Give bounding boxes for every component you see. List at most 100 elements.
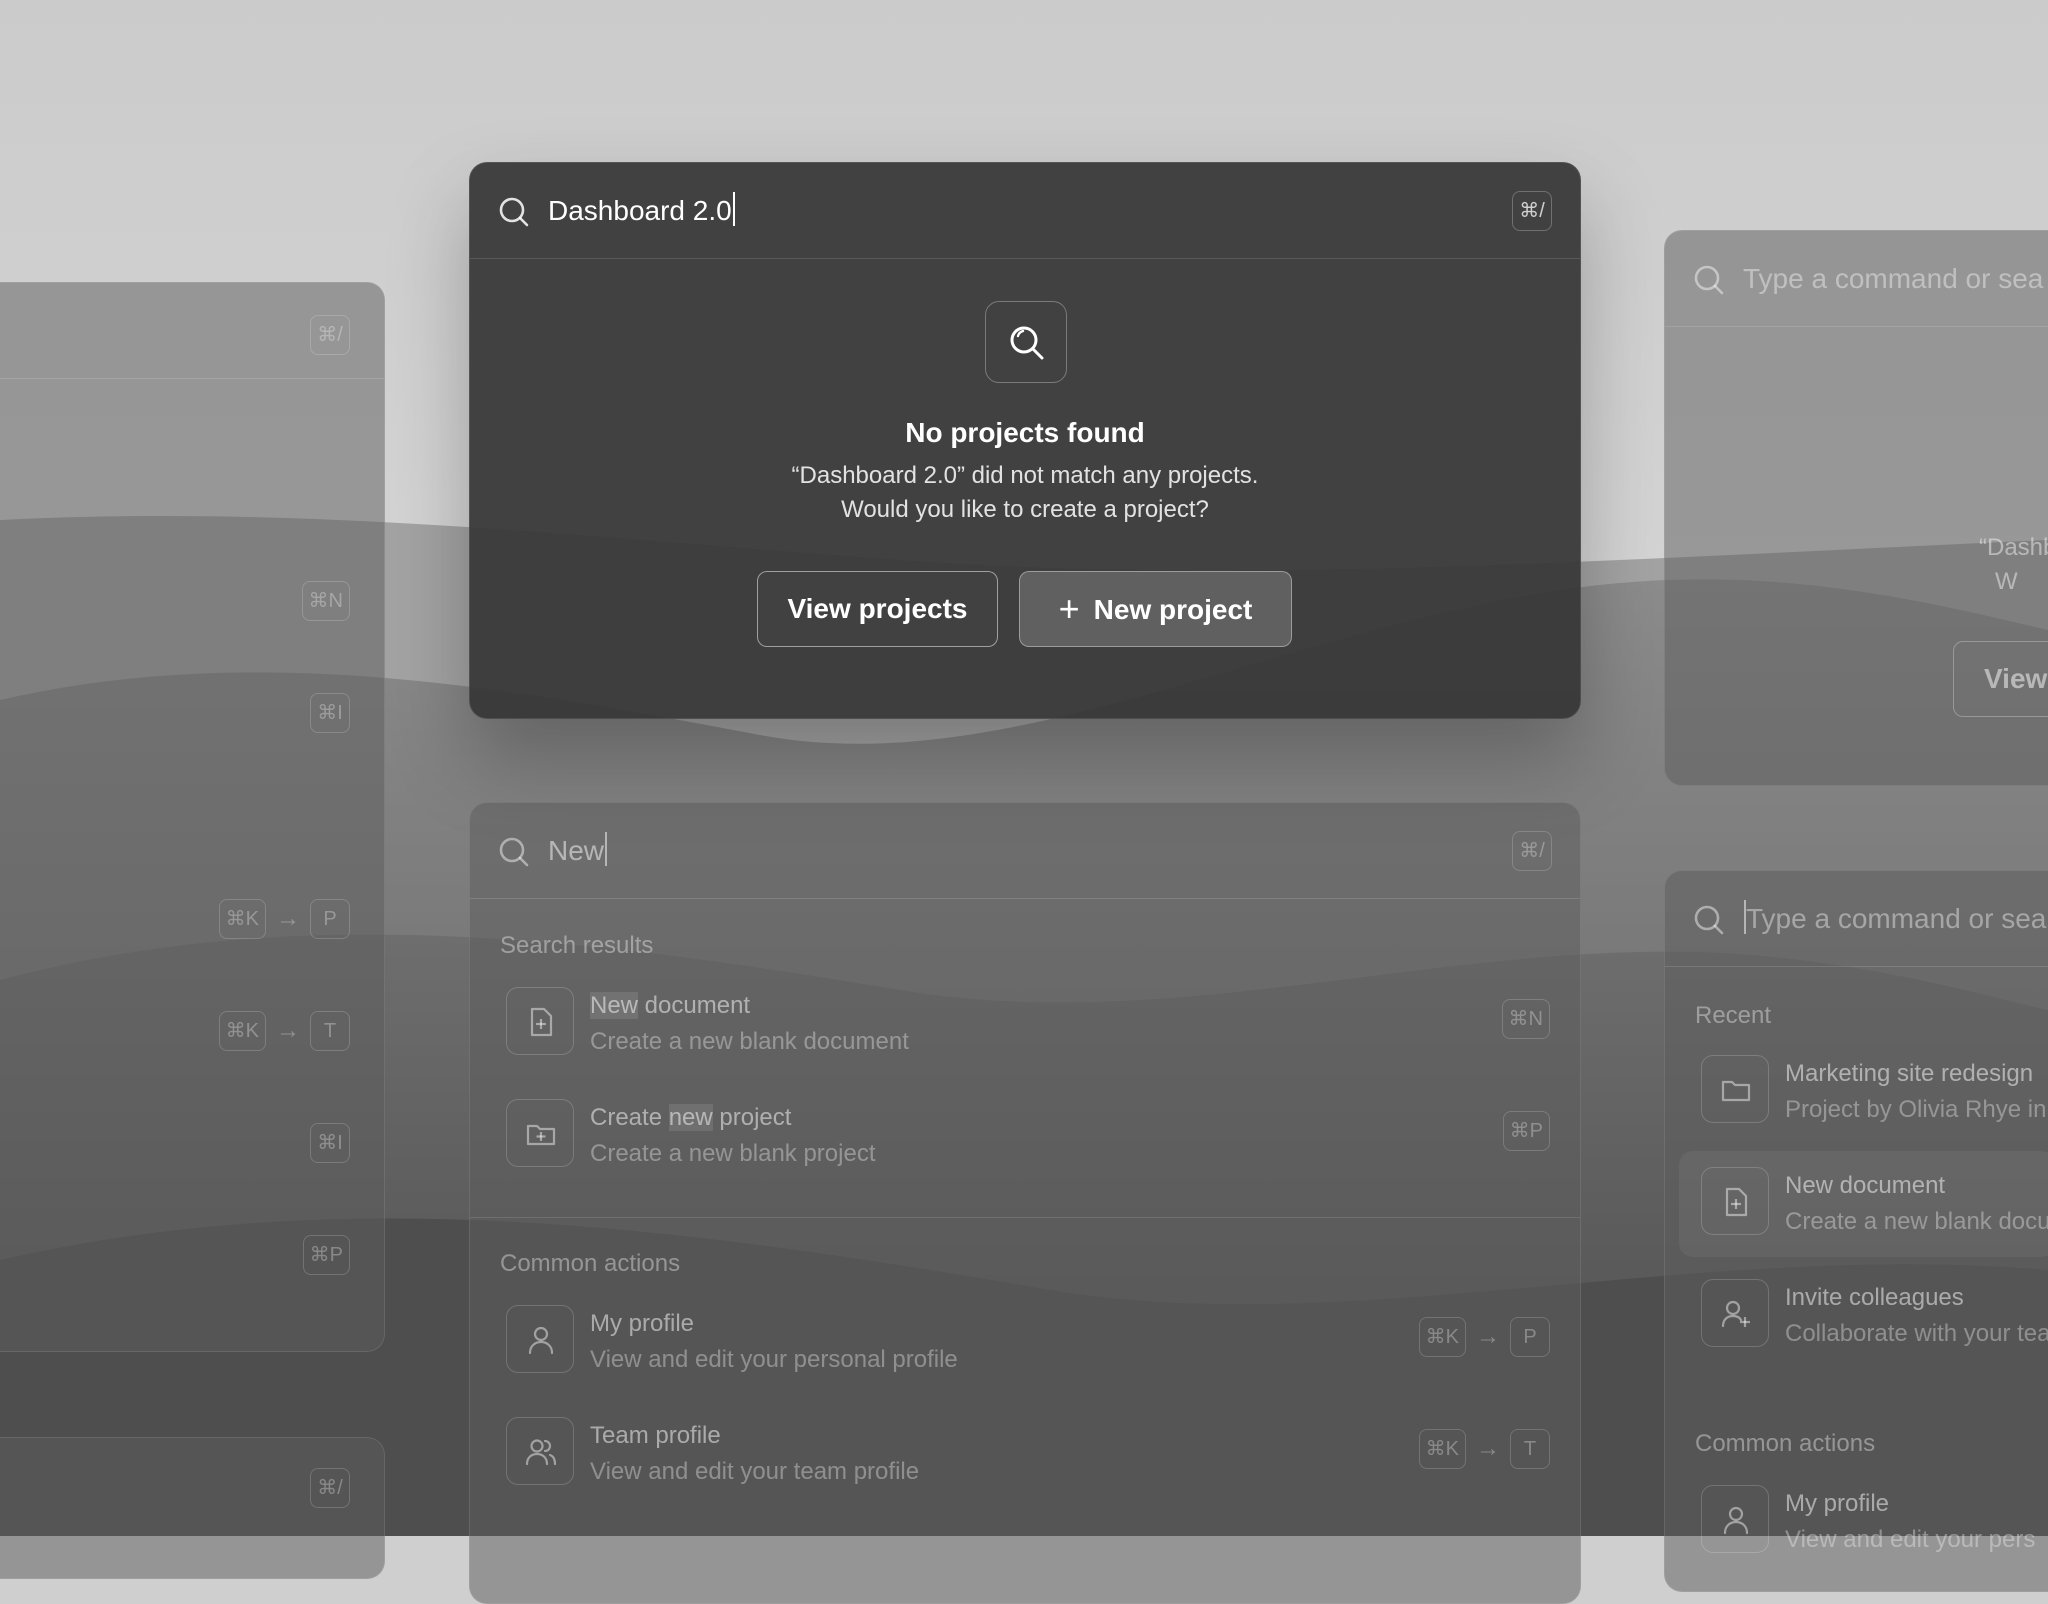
shortcut-combo: ⌘P [1502,1111,1550,1151]
item-subtitle: View and edit your personal profile [590,1346,958,1373]
recent-item[interactable]: New document Create a new blank docu [1679,1151,2048,1257]
shortcut-combo: ⌘K → T [218,1011,350,1051]
shortcut-key: ⌘/ [310,1468,350,1508]
match-highlight: new [668,1104,713,1131]
user-icon [1723,1506,1749,1535]
item-subtitle: Project by Olivia Rhye in [1785,1096,2047,1123]
arrow-right-icon: → [276,1017,300,1044]
shortcut-key: T [310,1011,350,1051]
partial-message: “Dashb [1979,534,2048,561]
common-actions-label: Common actions [1695,1430,1876,1457]
file-plus-icon [1725,1187,1748,1217]
result-item[interactable]: New document Create a new blank document… [500,987,1550,1077]
left-command-palette: ⌘/ ⌘N ⌘I ⌘K → P ⌘K → T ⌘I ⌘P [0,282,385,1352]
view-projects-button[interactable]: View projects [757,571,998,647]
search-results-palette: New ⌘/ Search results New document Creat… [469,802,1581,1604]
item-icon-box [506,1305,574,1373]
user-icon [528,1326,554,1355]
search-icon [499,837,529,867]
item-icon-box [1701,1279,1769,1347]
title-pre: Create [590,1104,669,1131]
shortcut-key: ⌘/ [310,315,350,355]
shortcut-combo: ⌘N [1501,999,1550,1039]
search-input[interactable]: New [548,831,608,871]
shortcut-key: ⌘K [1418,1429,1466,1469]
results-search-bar[interactable]: New ⌘/ [470,803,1580,899]
item-icon-box [506,987,574,1055]
search-query: Dashboard 2.0 [548,195,732,226]
common-actions-label: Common actions [500,1250,681,1277]
section-divider [470,1217,1580,1218]
result-item[interactable]: Create new project Create a new blank pr… [500,1099,1550,1189]
search-icon [1694,265,1724,295]
search-placeholder: Type a command or sea [1743,263,2044,294]
item-icon-box [1701,1167,1769,1235]
action-item[interactable]: Team profile View and edit your team pro… [500,1417,1550,1507]
title-rest: document [638,992,751,1019]
right-command-palette: Type a command or sea “Dashb W View [1664,230,2048,786]
main-search-bar[interactable]: Dashboard 2.0 ⌘/ [470,163,1580,259]
shortcut-key: P [310,899,350,939]
item-icon-box [506,1417,574,1485]
main-command-palette: Dashboard 2.0 ⌘/ No projects found “Dash… [469,162,1581,719]
item-title: My profile [1785,1490,1890,1517]
search-icon [1694,905,1724,935]
empty-state-icon-box [985,301,1067,383]
arrow-right-icon: → [1476,1323,1500,1350]
shortcut-key: ⌘N [1501,999,1550,1039]
view-projects-button[interactable]: View [1953,641,2048,717]
partial-message: W [1995,568,2018,595]
shortcut-key: T [1510,1429,1550,1469]
item-title: Marketing site redesign [1785,1060,2034,1087]
search-input[interactable]: Dashboard 2.0 [548,191,735,231]
arrow-right-icon: → [276,905,300,932]
empty-state-message: “Dashboard 2.0” did not match any projec… [791,462,1259,489]
view-projects-label: View projects [787,593,968,624]
shortcut-key: ⌘K [218,1011,266,1051]
right-bottom-command-palette: Type a command or sear Recent Marketing … [1664,870,2048,1592]
folder-icon [1721,1080,1751,1102]
item-title: Team profile [590,1422,721,1449]
plus-icon: + [1058,588,1080,629]
recent-label: Recent [1695,1002,1772,1029]
recent-item[interactable]: Invite colleagues Collaborate with your … [1695,1279,2048,1369]
item-subtitle: View and edit your pers [1785,1526,2036,1553]
recent-item[interactable]: Marketing site redesign Project by Olivi… [1695,1055,2048,1145]
arrow-right-icon: → [1476,1435,1500,1462]
search-placeholder-text: Type a command or sear [1746,903,2048,934]
right-bottom-search-bar[interactable]: Type a command or sear [1665,871,2048,967]
item-subtitle: Create a new blank project [590,1140,876,1167]
item-icon-box [1701,1055,1769,1123]
left-search-bar: ⌘/ [0,283,384,379]
item-title: My profile [590,1310,695,1337]
shortcut-key: ⌘K [1418,1317,1466,1357]
user-plus-icon [1721,1300,1750,1328]
shortcut-key: ⌘P [302,1235,350,1275]
match-highlight: New [590,992,639,1019]
users-icon [525,1439,557,1466]
shortcut-key: ⌘/ [1512,191,1552,231]
new-project-label: New project [1093,594,1253,625]
new-project-button[interactable]: + New project [1019,571,1292,647]
item-title: Create new project [590,1103,791,1133]
shortcut-key: ⌘/ [1512,831,1552,871]
text-caret [605,832,608,866]
item-title: New document [1785,1172,1946,1199]
action-item[interactable]: My profile View and edit your personal p… [500,1305,1550,1395]
item-title: Invite colleagues [1785,1284,1964,1311]
item-subtitle: Create a new blank docu [1785,1208,2048,1235]
file-plus-icon [530,1007,553,1037]
shortcut-key: ⌘K [218,899,266,939]
title-rest: project [712,1104,792,1131]
search-icon [1010,326,1044,360]
item-title: New document [590,991,750,1021]
empty-state-title: No projects found [905,417,1145,448]
shortcut-key: ⌘I [310,1123,350,1163]
shortcut-combo: ⌘K → P [218,899,350,939]
search-placeholder: Type a command or sear [1743,899,2048,939]
right-search-bar[interactable]: Type a command or sea [1665,231,2048,327]
item-subtitle: Create a new blank document [590,1028,909,1055]
shortcut-key: ⌘P [1502,1111,1550,1151]
action-item[interactable]: My profile View and edit your pers [1695,1485,2048,1575]
item-icon-box [1701,1485,1769,1553]
